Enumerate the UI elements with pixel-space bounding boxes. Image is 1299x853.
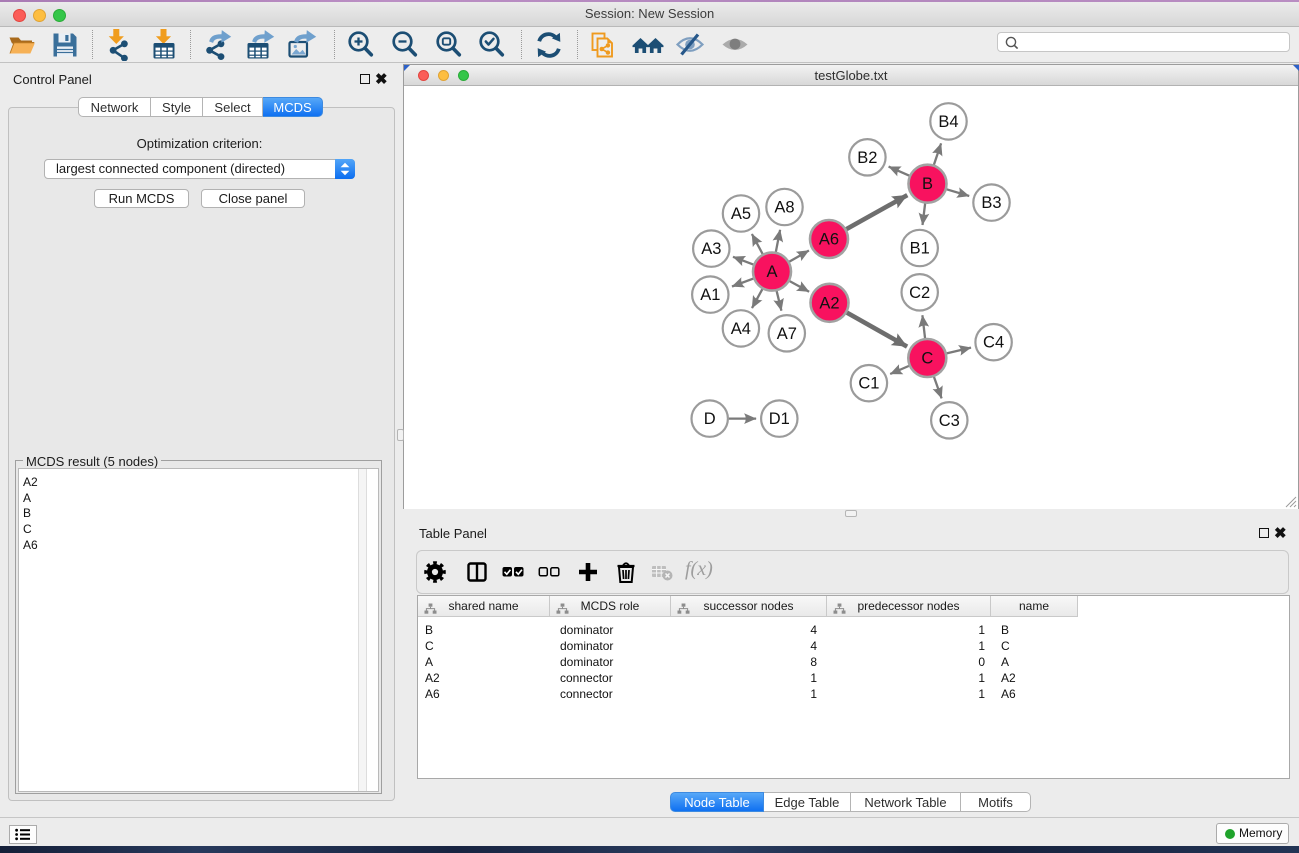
svg-text:A3: A3 [701, 240, 721, 258]
svg-text:A1: A1 [700, 286, 720, 304]
svg-text:B3: B3 [981, 194, 1001, 212]
svg-text:B: B [922, 175, 933, 193]
svg-text:A8: A8 [774, 199, 794, 217]
svg-text:C: C [921, 350, 933, 368]
svg-text:A: A [766, 263, 777, 281]
svg-text:C4: C4 [983, 334, 1004, 352]
svg-text:A6: A6 [819, 231, 839, 249]
svg-text:A4: A4 [731, 320, 751, 338]
svg-text:C1: C1 [858, 375, 879, 393]
svg-text:A2: A2 [819, 294, 839, 312]
svg-text:C2: C2 [909, 284, 930, 302]
svg-text:B4: B4 [938, 113, 958, 131]
svg-text:A5: A5 [731, 205, 751, 223]
svg-text:D: D [704, 410, 716, 428]
svg-text:B1: B1 [910, 240, 930, 258]
svg-text:C3: C3 [939, 412, 960, 430]
svg-text:A7: A7 [777, 325, 797, 343]
svg-text:D1: D1 [769, 410, 790, 428]
svg-text:B2: B2 [857, 149, 877, 167]
